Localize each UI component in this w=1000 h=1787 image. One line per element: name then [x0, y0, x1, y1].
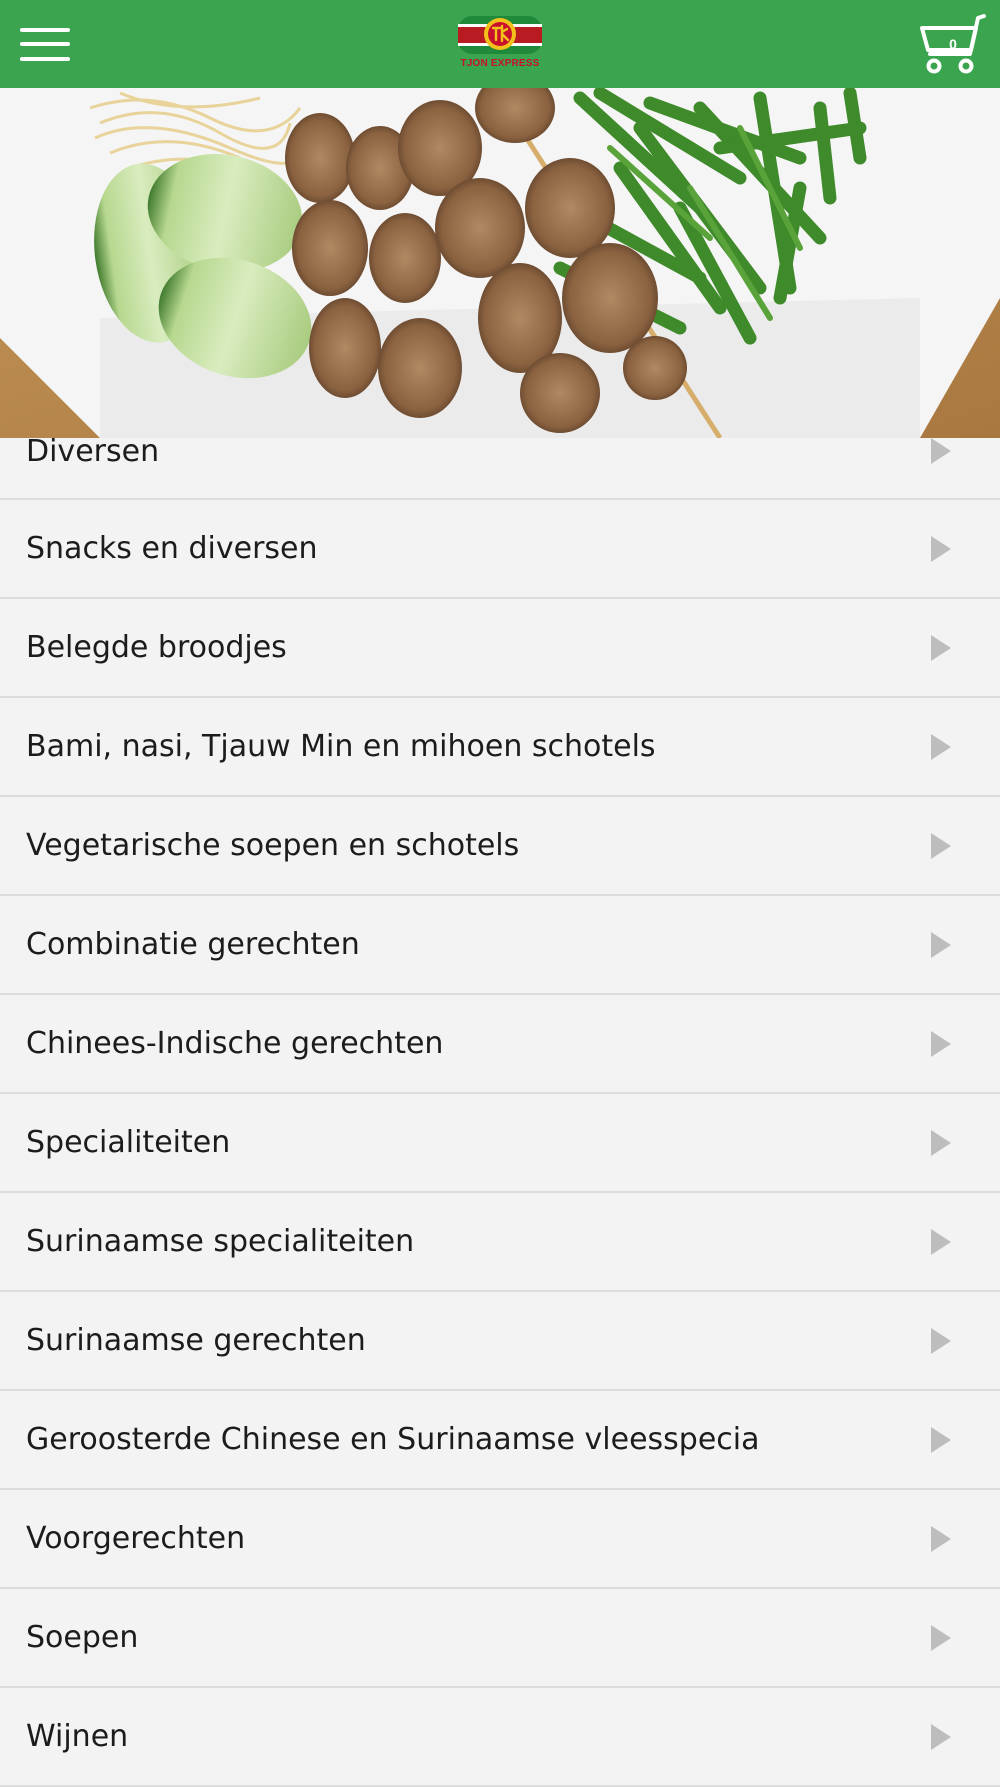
- category-row[interactable]: Belegde broodjes: [0, 599, 1000, 698]
- chevron-right-icon: [931, 932, 951, 958]
- category-row[interactable]: Voorgerechten: [0, 1490, 1000, 1589]
- brand-logo[interactable]: TJON EXPRESS: [450, 10, 550, 76]
- category-row[interactable]: Soepen: [0, 1589, 1000, 1688]
- category-label: Wijnen: [26, 1719, 129, 1754]
- chevron-right-icon: [931, 438, 951, 464]
- chevron-right-icon: [931, 1526, 951, 1552]
- category-row[interactable]: Vegetarische soepen en schotels: [0, 797, 1000, 896]
- category-label: Surinaamse gerechten: [26, 1323, 366, 1358]
- hamburger-menu-button[interactable]: [12, 14, 78, 74]
- category-label: Chinees-Indische gerechten: [26, 1026, 444, 1061]
- logo-emblem-icon: [458, 16, 542, 54]
- hero-food-image: [0, 88, 1000, 438]
- category-row[interactable]: Bami, nasi, Tjauw Min en mihoen schotels: [0, 698, 1000, 797]
- category-row[interactable]: Combinatie gerechten: [0, 896, 1000, 995]
- cart-button[interactable]: 0: [918, 12, 992, 78]
- category-row[interactable]: Specialiteiten: [0, 1094, 1000, 1193]
- brand-name: TJON EXPRESS: [460, 58, 540, 69]
- chevron-right-icon: [931, 1625, 951, 1651]
- category-row[interactable]: Surinaamse gerechten: [0, 1292, 1000, 1391]
- category-label: Specialiteiten: [26, 1125, 231, 1160]
- category-label: Bami, nasi, Tjauw Min en mihoen schotels: [26, 729, 656, 764]
- chevron-right-icon: [931, 1229, 951, 1255]
- category-row[interactable]: Chinees-Indische gerechten: [0, 995, 1000, 1094]
- chevron-right-icon: [931, 1130, 951, 1156]
- chevron-right-icon: [931, 1328, 951, 1354]
- category-label: Diversen: [26, 434, 160, 469]
- category-row[interactable]: Diversen: [0, 434, 1000, 500]
- cart-count-badge: 0: [949, 36, 957, 52]
- category-row[interactable]: Wijnen: [0, 1688, 1000, 1787]
- chevron-right-icon: [931, 536, 951, 562]
- category-label: Voorgerechten: [26, 1521, 246, 1556]
- menu-bar-icon: [20, 28, 70, 32]
- category-row[interactable]: Snacks en diversen: [0, 500, 1000, 599]
- menu-bar-icon: [20, 57, 70, 61]
- app-header: TJON EXPRESS 0: [0, 0, 1000, 88]
- chevron-right-icon: [931, 1031, 951, 1057]
- menu-bar-icon: [20, 42, 70, 46]
- chevron-right-icon: [931, 1724, 951, 1750]
- chevron-right-icon: [931, 635, 951, 661]
- category-row[interactable]: Surinaamse specialiteiten: [0, 1193, 1000, 1292]
- category-label: Surinaamse specialiteiten: [26, 1224, 415, 1259]
- chevron-right-icon: [931, 734, 951, 760]
- category-label: Snacks en diversen: [26, 531, 318, 566]
- category-label: Combinatie gerechten: [26, 927, 360, 962]
- category-label: Geroosterde Chinese en Surinaamse vleess…: [26, 1422, 760, 1457]
- category-label: Vegetarische soepen en schotels: [26, 828, 520, 863]
- category-label: Belegde broodjes: [26, 630, 287, 665]
- chevron-right-icon: [931, 833, 951, 859]
- food-plate-illustration: [0, 88, 1000, 438]
- category-label: Soepen: [26, 1620, 139, 1655]
- category-row[interactable]: Geroosterde Chinese en Surinaamse vleess…: [0, 1391, 1000, 1490]
- chevron-right-icon: [931, 1427, 951, 1453]
